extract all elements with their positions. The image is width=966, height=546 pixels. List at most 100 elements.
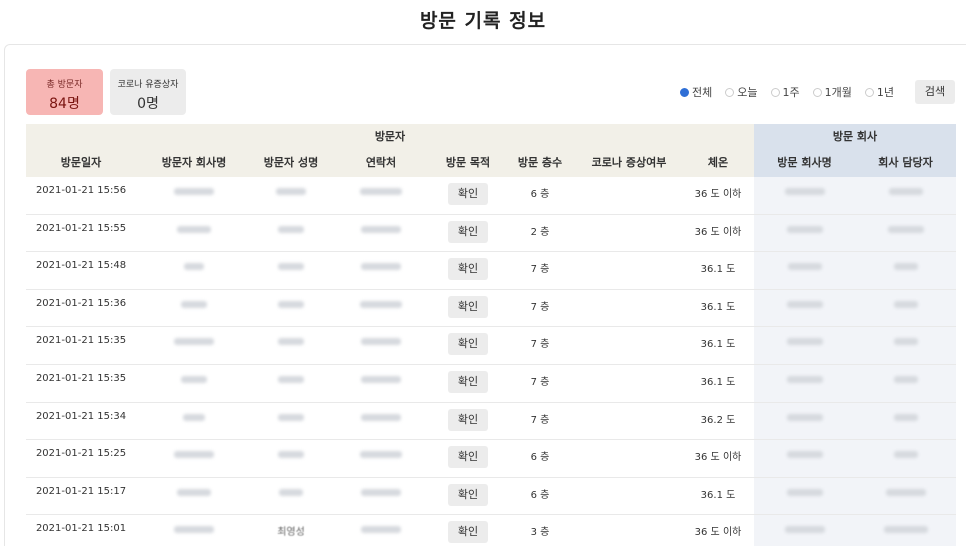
cell-temperature: 36.1 도: [700, 376, 736, 388]
table-row[interactable]: 2021-01-21 15:55 확인 2 층 36 도 이하: [26, 214, 956, 253]
col-floor[interactable]: 방문 층수: [504, 149, 576, 177]
filter-year[interactable]: 1년: [864, 84, 894, 100]
redacted-contact: [361, 338, 401, 346]
col-contact[interactable]: 연락처: [330, 149, 432, 177]
col-visitor-name[interactable]: 방문자 성명: [252, 149, 330, 177]
total-visitors-badge: 총 방문자 84명: [26, 69, 103, 115]
table-header: 방문일자 방문자 회사명 방문자 성명 연락처 방문 목적 방문 층수 코로나 …: [26, 149, 956, 177]
col-temperature[interactable]: 체온: [682, 149, 754, 177]
confirm-button[interactable]: 확인: [448, 446, 488, 469]
table-row[interactable]: 2021-01-21 15:35 확인 7 층 36.1 도: [26, 364, 956, 403]
table-row[interactable]: 2021-01-21 15:01 최영성 확인 3 층 36 도 이하: [26, 515, 956, 546]
table-row[interactable]: 2021-01-21 15:56 확인 6 층 36 도 이하: [26, 177, 956, 215]
search-button[interactable]: 검색: [915, 80, 955, 104]
filter-month[interactable]: 1개월: [812, 84, 852, 100]
redacted-host-contact: [888, 188, 923, 195]
confirm-button[interactable]: 확인: [448, 183, 488, 205]
col-date[interactable]: 방문일자: [26, 149, 136, 177]
cell-date: 2021-01-21 15:48: [35, 260, 127, 272]
confirm-button[interactable]: 확인: [448, 258, 488, 281]
cell-visitor-company: [136, 515, 252, 546]
cell-visitor-company: [136, 215, 252, 252]
confirm-button[interactable]: 확인: [448, 220, 488, 243]
cell-temperature: 36 도 이하: [694, 452, 742, 464]
col-purpose[interactable]: 방문 목적: [432, 149, 504, 177]
redacted-company: [174, 526, 214, 534]
redacted-host-company: [787, 263, 822, 271]
cell-host-company: [754, 402, 855, 440]
filter-today[interactable]: 오늘: [725, 84, 758, 100]
col-host-contact[interactable]: 회사 담당자: [855, 149, 956, 177]
cell-temperature: 36.1 도: [700, 301, 736, 313]
confirm-button[interactable]: 확인: [448, 408, 488, 431]
cell-covid: [576, 403, 682, 440]
redacted-company: [183, 413, 205, 421]
redacted-company: [184, 263, 204, 271]
redacted-host-contact: [893, 413, 918, 421]
cell-host-contact: [855, 214, 956, 252]
table-row[interactable]: 2021-01-21 15:36 확인 7 층 36.1 도: [26, 289, 956, 328]
cell-temperature: 36.1 도: [700, 489, 736, 501]
table-row[interactable]: 2021-01-21 15:17 확인 6 층 36.1 도: [26, 477, 956, 516]
table-row[interactable]: 2021-01-21 15:34 확인 7 층 36.2 도: [26, 402, 956, 441]
cell-date: 2021-01-21 15:17: [35, 485, 127, 497]
redacted-host-contact: [887, 225, 924, 233]
cell-purpose: 확인: [432, 478, 504, 515]
cell-visitor-company: [136, 327, 252, 364]
table-row[interactable]: 2021-01-21 15:48 확인 7 층 36.1 도: [26, 252, 956, 290]
cell-visitor-name: 최영성: [252, 515, 330, 546]
cell-date: 2021-01-21 15:35: [35, 372, 127, 384]
cell-host-contact: [855, 402, 956, 440]
cell-host-contact: [855, 440, 956, 477]
confirm-button[interactable]: 확인: [448, 295, 488, 318]
cell-visitor-name: [252, 440, 330, 477]
cell-visitor-name: [252, 327, 330, 364]
cell-contact: [330, 478, 432, 515]
cell-temperature: 36 도 이하: [694, 527, 742, 539]
confirm-button[interactable]: 확인: [448, 483, 488, 506]
cell-visitor-name: [252, 215, 330, 252]
cell-floor: 7 층: [530, 264, 550, 276]
cell-contact: [330, 252, 432, 289]
cell-date: 2021-01-21 15:35: [35, 335, 127, 347]
redacted-company: [181, 300, 207, 308]
filter-week[interactable]: 1주: [770, 84, 800, 100]
cell-visitor-name: [252, 403, 330, 440]
redacted-visitor-name: [276, 188, 306, 195]
redacted-host-contact: [893, 338, 918, 346]
cell-covid: [576, 177, 682, 214]
cell-host-company: [754, 214, 855, 252]
cell-purpose: 확인: [432, 515, 504, 546]
cell-covid: [576, 515, 682, 546]
col-host-company[interactable]: 방문 회사명: [754, 149, 855, 177]
confirm-button[interactable]: 확인: [448, 521, 488, 544]
cell-host-contact: [855, 177, 956, 214]
redacted-company: [177, 225, 211, 233]
confirm-button[interactable]: 확인: [448, 370, 488, 393]
confirm-button[interactable]: 확인: [448, 333, 488, 356]
cell-host-company: [754, 289, 855, 327]
cell-date: 2021-01-21 15:36: [35, 297, 127, 309]
col-covid[interactable]: 코로나 증상여부: [576, 149, 682, 177]
cell-visitor-company: [136, 290, 252, 327]
redacted-host-company: [786, 451, 823, 459]
col-visitor-company[interactable]: 방문자 회사명: [136, 149, 252, 177]
cell-purpose: 확인: [432, 327, 504, 364]
cell-covid: [576, 252, 682, 289]
cell-visitor-name: [252, 365, 330, 402]
redacted-company: [174, 338, 214, 346]
radio-selected-icon: [680, 87, 689, 97]
covid-symptom-value: 0명: [137, 96, 159, 112]
table-row[interactable]: 2021-01-21 15:35 확인 7 층 36.1 도: [26, 327, 956, 365]
cell-contact: [330, 403, 432, 440]
redacted-company: [174, 451, 214, 459]
cell-floor: 6 층: [530, 489, 550, 501]
table-row[interactable]: 2021-01-21 15:25 확인 6 층 36 도 이하: [26, 440, 956, 478]
cell-temperature: 36 도 이하: [694, 189, 742, 200]
cell-visitor-name: [252, 478, 330, 515]
redacted-host-company: [786, 488, 823, 496]
cell-contact: [330, 290, 432, 327]
filter-all[interactable]: 전체: [680, 84, 712, 100]
cell-floor: 7 층: [530, 301, 550, 313]
redacted-host-contact: [893, 375, 918, 383]
